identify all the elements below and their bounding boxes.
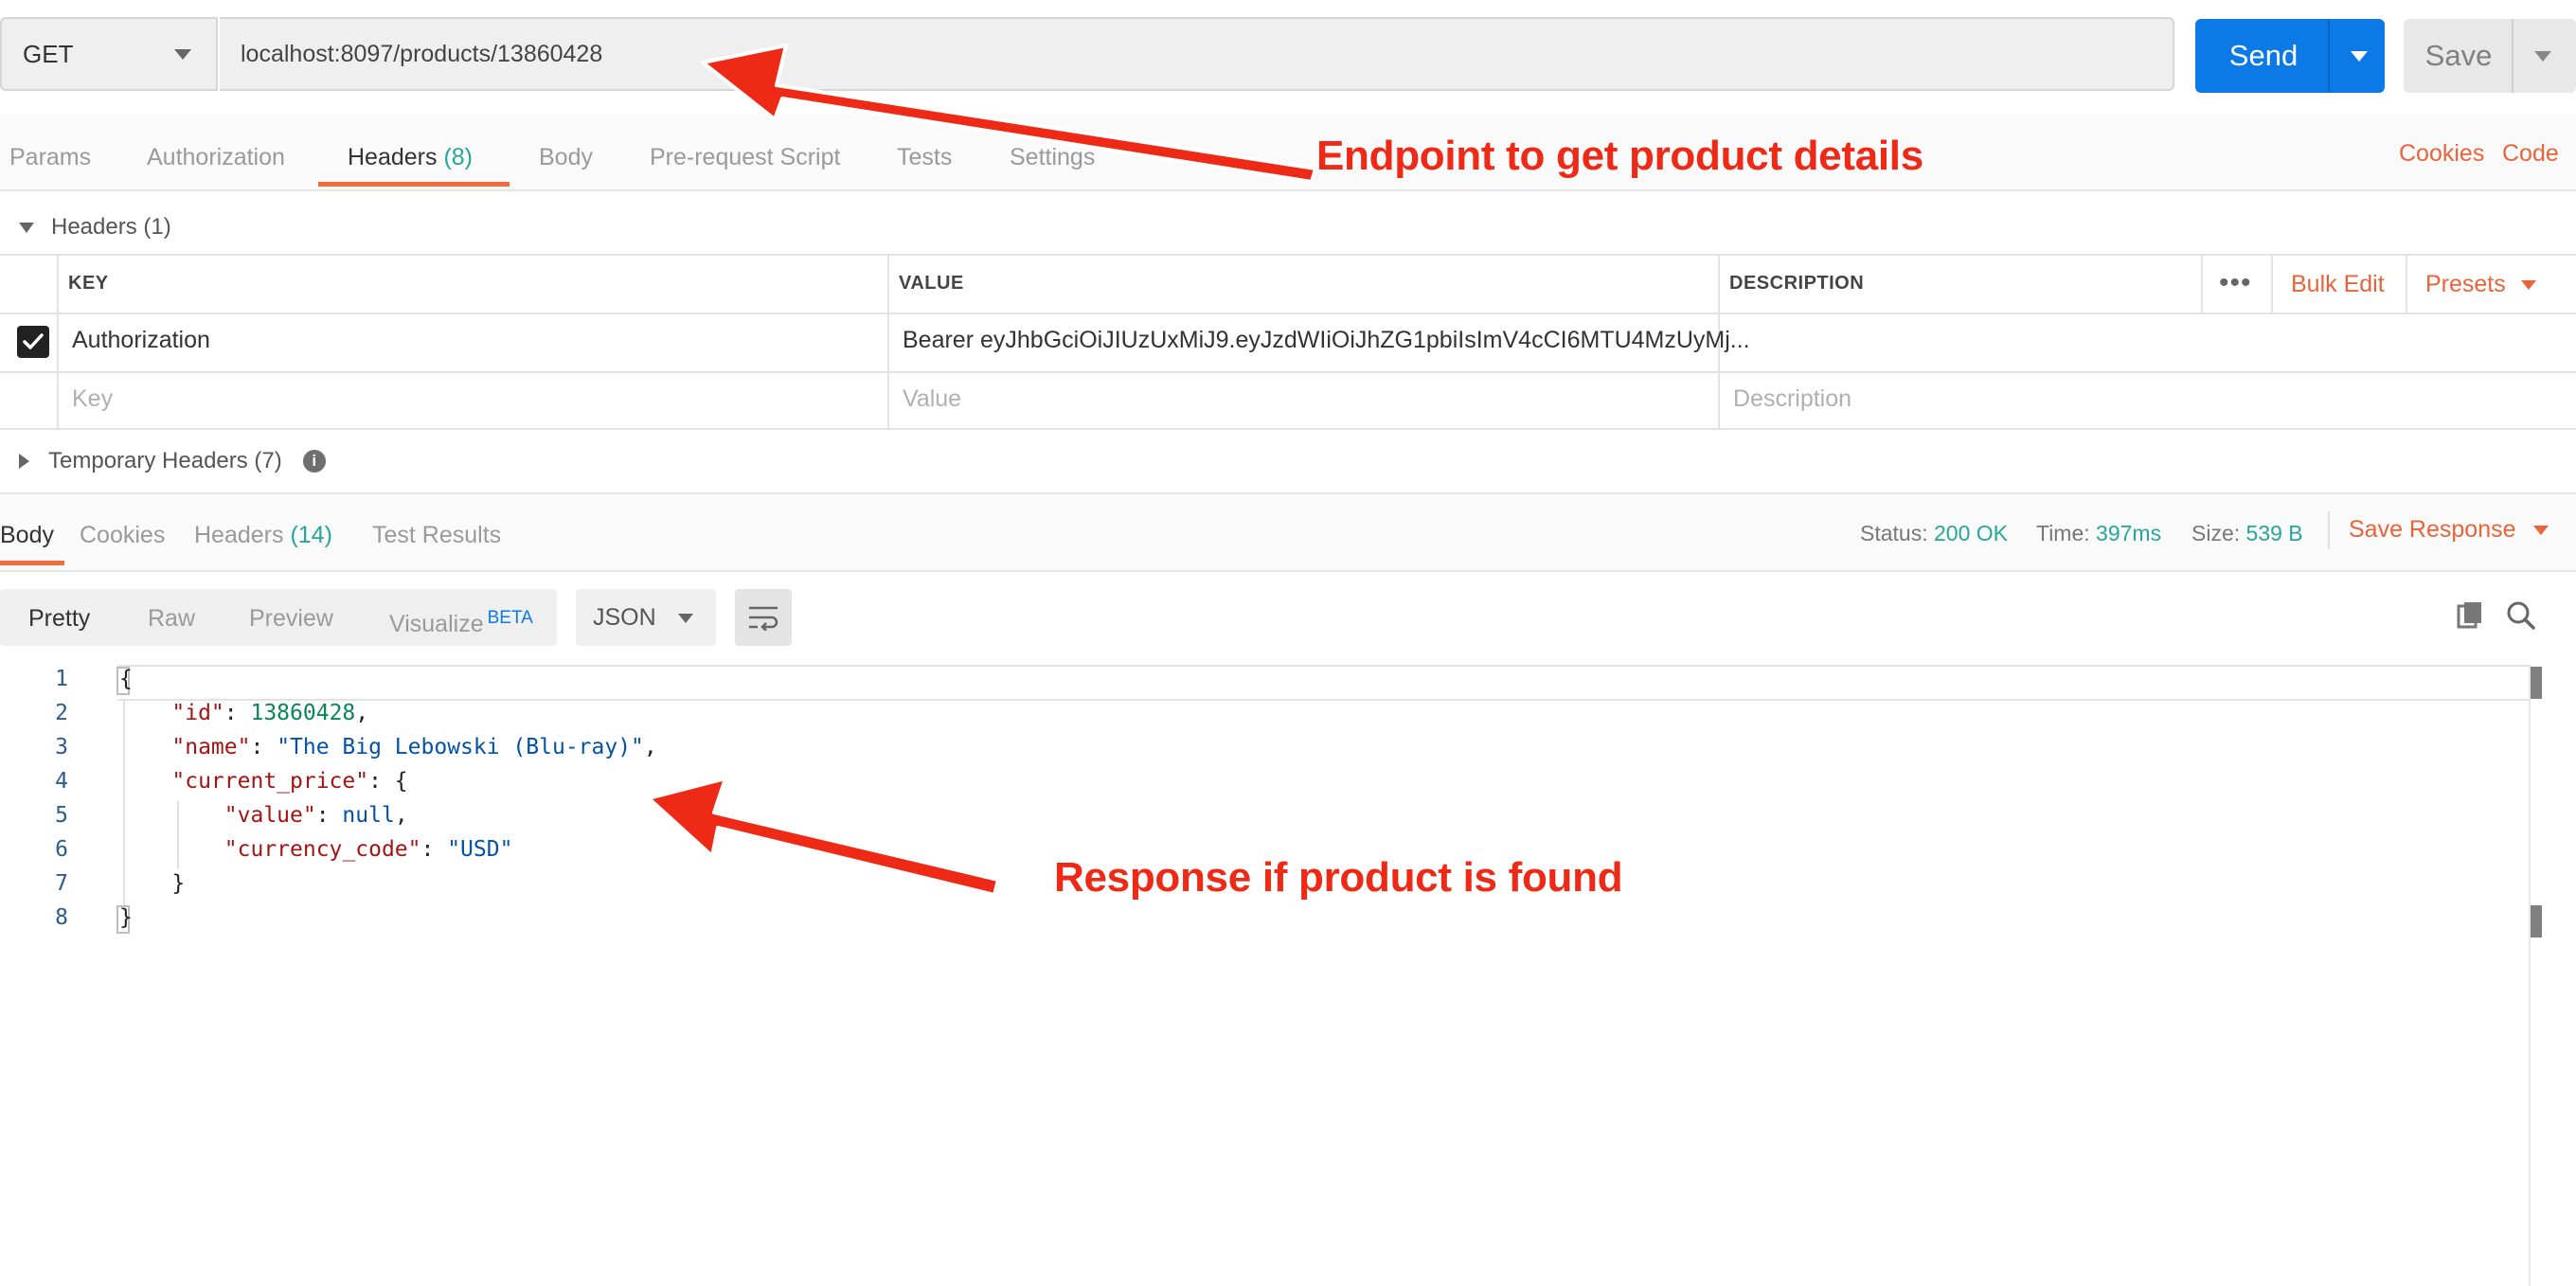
annotation-arrows	[647, 44, 1317, 897]
arrow-icon	[701, 44, 1317, 184]
endpoint-annotation: Endpoint to get product details	[1316, 133, 1923, 179]
response-annotation: Response if product is found	[1054, 854, 1623, 901]
arrow-icon	[647, 777, 1000, 897]
